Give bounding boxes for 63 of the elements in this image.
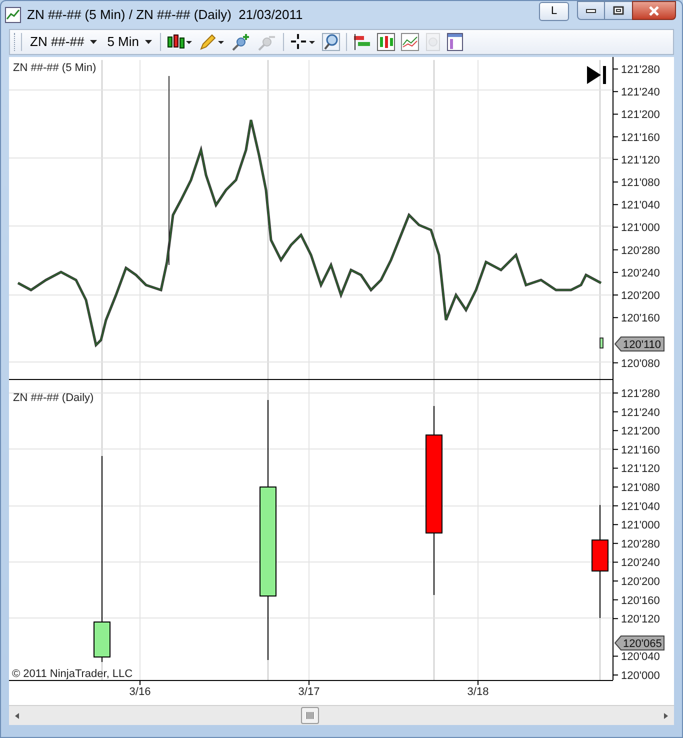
axis-label: 121'120 [621, 463, 660, 476]
instrument-dropdown[interactable]: ZN ##-## [28, 32, 100, 52]
axis-label: 120'000 [621, 670, 660, 682]
go-to-end-icon[interactable] [587, 66, 606, 84]
restore-icon [613, 6, 624, 15]
crosshair-icon[interactable] [290, 33, 316, 51]
axis-label: 120'200 [621, 576, 660, 588]
lock-button[interactable]: L [539, 2, 569, 21]
pin-add-icon[interactable] [231, 33, 251, 51]
axis-label: 121'240 [621, 86, 660, 99]
panel-label: ZN ##-## (Daily) [13, 392, 94, 404]
axis-label: 121'040 [621, 500, 660, 513]
axis-label: 121'080 [621, 177, 660, 189]
scroll-left-icon[interactable] [13, 712, 21, 720]
restore-button[interactable] [605, 1, 632, 20]
axis-label: 121'080 [621, 482, 660, 494]
pencil-icon[interactable] [199, 33, 225, 51]
properties-icon[interactable] [447, 33, 463, 51]
candlestick-icon[interactable] [167, 33, 193, 51]
axis-label: 121'120 [621, 154, 660, 166]
bar-chart-icon[interactable] [377, 33, 395, 51]
line-chart-icon[interactable] [401, 33, 419, 51]
interval-dropdown[interactable]: 5 Min [105, 32, 154, 52]
scrollbar-thumb[interactable] [301, 707, 319, 724]
minimize-button[interactable] [577, 1, 605, 20]
axis-label: 121'240 [621, 406, 660, 419]
axis-label: 121'280 [621, 388, 660, 400]
axis-label: 120'120 [621, 614, 660, 626]
axis-label: 121'000 [621, 520, 660, 532]
window-title: ZN ##-## (5 Min) / ZN ##-## (Daily) 21/03/2011 [27, 6, 303, 24]
date-label: 3/16 [129, 686, 151, 698]
scroll-right-icon[interactable] [662, 712, 670, 720]
chart-app-icon [5, 7, 21, 23]
axis-label: 121'200 [621, 109, 660, 122]
axis-label: 121'040 [621, 200, 660, 212]
caret-icon [90, 40, 98, 44]
axis-label: 120'200 [621, 290, 660, 302]
axis-label: 121'000 [621, 222, 660, 234]
close-button[interactable] [632, 1, 676, 20]
strategy-bars-icon[interactable] [353, 33, 371, 51]
close-icon [648, 6, 660, 16]
date-label: 3/18 [467, 686, 489, 698]
axis-label: 120'280 [621, 244, 660, 257]
caret-icon [145, 40, 152, 44]
grip-icon [306, 712, 314, 719]
axis-label: 120'240 [621, 267, 660, 280]
price-marker: 120'065 [614, 636, 664, 650]
axis-label: 120'040 [621, 651, 660, 664]
minimize-icon [586, 8, 596, 12]
axis-label: 120'280 [621, 538, 660, 550]
date-label: 3/17 [298, 686, 320, 698]
axis-label: 120'080 [621, 358, 660, 370]
axis-label: 121'280 [621, 64, 660, 76]
axis-label: 120'160 [621, 312, 660, 325]
axis-label: 121'160 [621, 132, 660, 144]
axis-label: 121'200 [621, 426, 660, 438]
panel-label: ZN ##-## (5 Min) [13, 62, 96, 74]
copyright-text: © 2011 NinjaTrader, LLC [12, 668, 133, 680]
axis-label: 121'160 [621, 444, 660, 456]
axis-label: 120'240 [621, 557, 660, 570]
price-marker: 120'110 [614, 336, 664, 352]
axis-label: 120'160 [621, 594, 660, 607]
zoom-icon[interactable] [322, 33, 340, 51]
